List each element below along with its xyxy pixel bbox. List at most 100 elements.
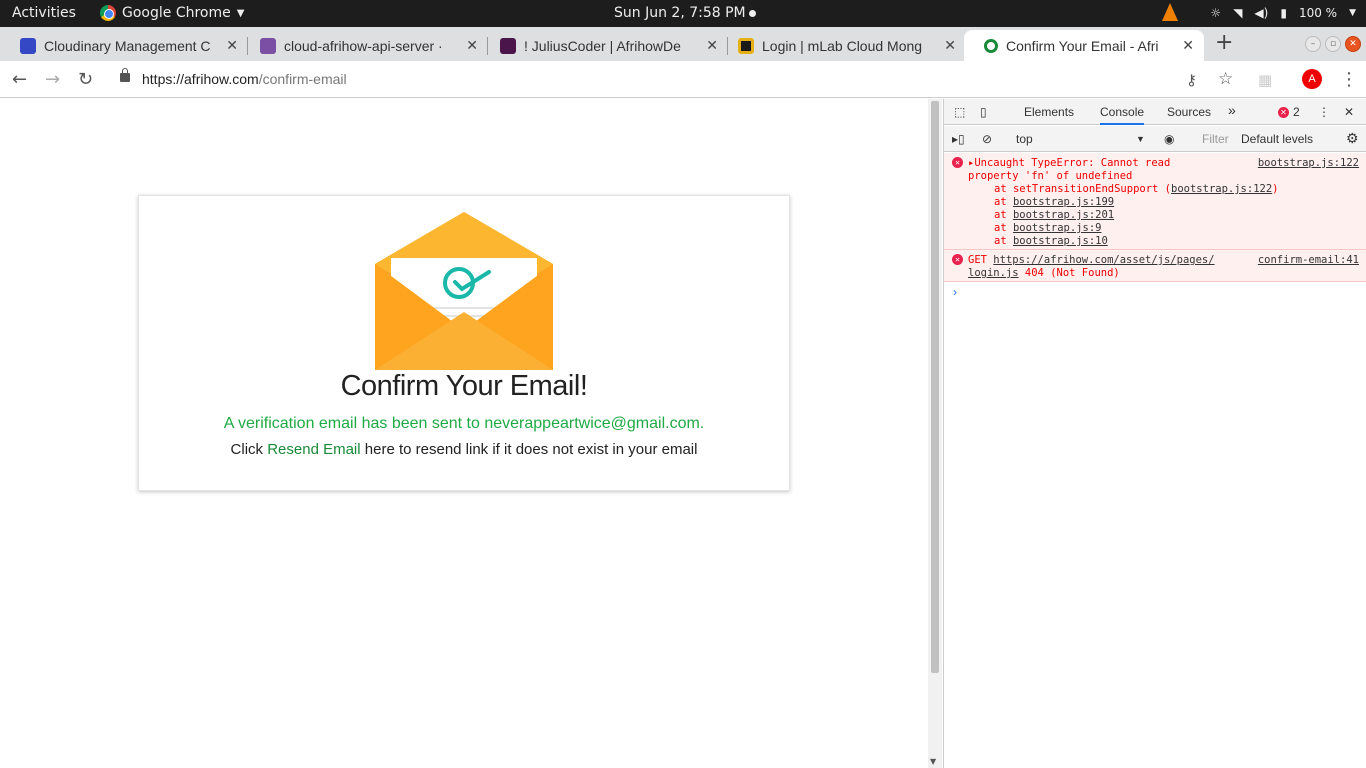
confirm-email-card: Confirm Your Email! A verification email…: [138, 195, 790, 491]
devtools-panel: ⬚ ▯ Elements Console Sources » ✕ 2 ⋮ ✕ ▸…: [943, 99, 1366, 768]
close-icon[interactable]: ✕: [466, 37, 478, 54]
chevron-down-icon: ▼: [236, 7, 245, 19]
tab-confirm-email[interactable]: Confirm Your Email - Afri ✕: [964, 30, 1204, 61]
console-error-2[interactable]: ✕ confirm-email:41 GET https://afrihow.c…: [944, 250, 1366, 282]
avatar[interactable]: A: [1302, 69, 1322, 89]
error-line: property 'fn' of undefined: [968, 170, 1133, 182]
close-icon[interactable]: ✕: [944, 37, 956, 54]
log-levels-select[interactable]: Default levels: [1241, 132, 1313, 146]
error-icon: ✕: [952, 254, 963, 265]
reload-button[interactable]: ↻: [78, 69, 93, 90]
cloudinary-icon: [20, 37, 36, 54]
address-bar[interactable]: https://afrihow.com/confirm-email: [142, 71, 347, 87]
scroll-down-icon[interactable]: ▼: [930, 757, 936, 766]
tab-slack[interactable]: ! JuliusCoder | AfrihowDe ✕: [480, 30, 728, 61]
close-icon[interactable]: ✕: [226, 37, 238, 54]
volume-icon: ◀): [1254, 6, 1269, 20]
menu-kebab-icon[interactable]: ⋮: [1340, 69, 1358, 90]
brightness-icon: ☼: [1210, 6, 1222, 20]
slack-icon: [500, 37, 516, 54]
url-path: /confirm-email: [258, 71, 347, 87]
error-source-link[interactable]: confirm-email:41: [1258, 254, 1359, 267]
scrollbar-thumb[interactable]: [931, 101, 939, 673]
key-icon[interactable]: ⚷: [1186, 71, 1197, 89]
inspect-icon[interactable]: ⬚: [954, 105, 965, 119]
battery-level: 100 %: [1298, 6, 1338, 20]
bookmark-star-icon[interactable]: ☆: [1218, 69, 1233, 89]
wifi-icon: ◥: [1233, 6, 1243, 20]
clear-console-icon[interactable]: ⊘: [982, 132, 992, 146]
more-tabs-icon[interactable]: »: [1228, 102, 1236, 118]
maximize-button[interactable]: ▫: [1325, 36, 1341, 52]
vlc-icon[interactable]: [1162, 3, 1179, 21]
chevron-down-icon: ▼: [1136, 134, 1145, 144]
error-icon: ✕: [952, 157, 963, 168]
context-select[interactable]: top: [1016, 132, 1033, 146]
tab-strip: Cloudinary Management C ✕ cloud-afrihow-…: [0, 27, 1366, 61]
resend-email-link[interactable]: Resend Email: [267, 441, 360, 458]
page-viewport: Confirm Your Email! A verification email…: [0, 99, 928, 768]
tab-sources[interactable]: Sources: [1167, 105, 1211, 119]
extension-icon[interactable]: ▦: [1258, 71, 1272, 89]
new-tab-button[interactable]: +: [1215, 30, 1233, 55]
eye-icon[interactable]: ◉: [1164, 132, 1174, 146]
minimize-button[interactable]: –: [1305, 36, 1321, 52]
error-count: 2: [1293, 105, 1300, 119]
stack-link[interactable]: bootstrap.js:122: [1171, 183, 1272, 195]
forward-button[interactable]: →: [45, 69, 60, 90]
devtools-toolbar: ⬚ ▯ Elements Console Sources » ✕ 2 ⋮ ✕: [944, 99, 1366, 125]
page-scrollbar[interactable]: ▼: [928, 99, 942, 768]
sidebar-toggle-icon[interactable]: ▸▯: [952, 132, 965, 146]
stack-trace: at setTransitionEndSupport (bootstrap.js…: [968, 183, 1366, 248]
request-url-link[interactable]: https://afrihow.com/asset/js/pages/: [993, 254, 1214, 266]
stack-link[interactable]: bootstrap.js:199: [1013, 196, 1114, 208]
close-icon[interactable]: ✕: [1182, 37, 1194, 54]
close-icon[interactable]: ✕: [706, 37, 718, 54]
stack-frame: at bootstrap.js:10: [994, 235, 1108, 247]
error-source-link[interactable]: bootstrap.js:122: [1258, 157, 1359, 170]
tab-heroku[interactable]: cloud-afrihow-api-server · ✕: [240, 30, 488, 61]
verification-message: A verification email has been sent to ne…: [223, 415, 705, 432]
tab-title: Cloudinary Management C: [44, 37, 211, 54]
toolbar: ← → ↻ https://afrihow.com/confirm-email …: [0, 61, 1366, 98]
page-title: Confirm Your Email!: [340, 370, 588, 402]
app-name: Google Chrome: [122, 5, 231, 21]
clock[interactable]: Sun Jun 2, 7:58 PM: [614, 5, 756, 21]
system-tray[interactable]: ☼ ◥ ◀) ▮ 100 % ▼: [1162, 3, 1356, 22]
device-toggle-icon[interactable]: ▯: [980, 105, 987, 119]
tab-console[interactable]: Console: [1100, 105, 1145, 125]
afrihow-icon: [984, 38, 998, 53]
power-menu-icon: ▼: [1349, 8, 1356, 18]
tab-elements[interactable]: Elements: [1024, 105, 1074, 119]
clock-text: Sun Jun 2, 7:58 PM: [614, 5, 746, 21]
console-prompt[interactable]: ›: [953, 285, 957, 299]
stack-link[interactable]: bootstrap.js:9: [1013, 222, 1102, 234]
tab-title: cloud-afrihow-api-server ·: [284, 37, 443, 54]
error-counter[interactable]: ✕ 2: [1278, 105, 1300, 119]
devtools-menu-icon[interactable]: ⋮: [1318, 105, 1330, 119]
back-button[interactable]: ←: [12, 69, 27, 90]
app-menu[interactable]: Google Chrome ▼: [100, 5, 244, 21]
console-error-1[interactable]: ✕ bootstrap.js:122 ▸Uncaught TypeError: …: [944, 153, 1366, 250]
tab-mlab[interactable]: Login | mLab Cloud Mong ✕: [718, 30, 966, 61]
notification-dot: [748, 9, 756, 17]
request-url-link[interactable]: login.js: [968, 267, 1019, 279]
resend-prefix: Click: [230, 441, 264, 458]
stack-link[interactable]: bootstrap.js:201: [1013, 209, 1114, 221]
filter-input[interactable]: Filter: [1202, 132, 1229, 146]
error-line: login.js 404 (Not Found): [968, 267, 1120, 279]
gear-icon[interactable]: ⚙: [1346, 130, 1359, 147]
tab-title: Login | mLab Cloud Mong: [762, 37, 923, 54]
stack-link[interactable]: bootstrap.js:10: [1013, 235, 1108, 247]
stack-frame: at bootstrap.js:9: [994, 222, 1102, 234]
system-top-bar: Activities Google Chrome ▼ Sun Jun 2, 7:…: [0, 0, 1366, 27]
close-window-button[interactable]: ✕: [1345, 36, 1361, 52]
close-devtools-icon[interactable]: ✕: [1344, 105, 1354, 119]
stack-frame: at bootstrap.js:201: [994, 209, 1115, 221]
heroku-icon: [260, 37, 276, 54]
chrome-icon: [100, 5, 116, 21]
resend-instructions: Click Resend Email here to resend link i…: [139, 441, 789, 458]
activities-button[interactable]: Activities: [12, 5, 76, 21]
lock-icon[interactable]: [120, 68, 130, 82]
tab-cloudinary[interactable]: Cloudinary Management C ✕: [0, 30, 248, 61]
